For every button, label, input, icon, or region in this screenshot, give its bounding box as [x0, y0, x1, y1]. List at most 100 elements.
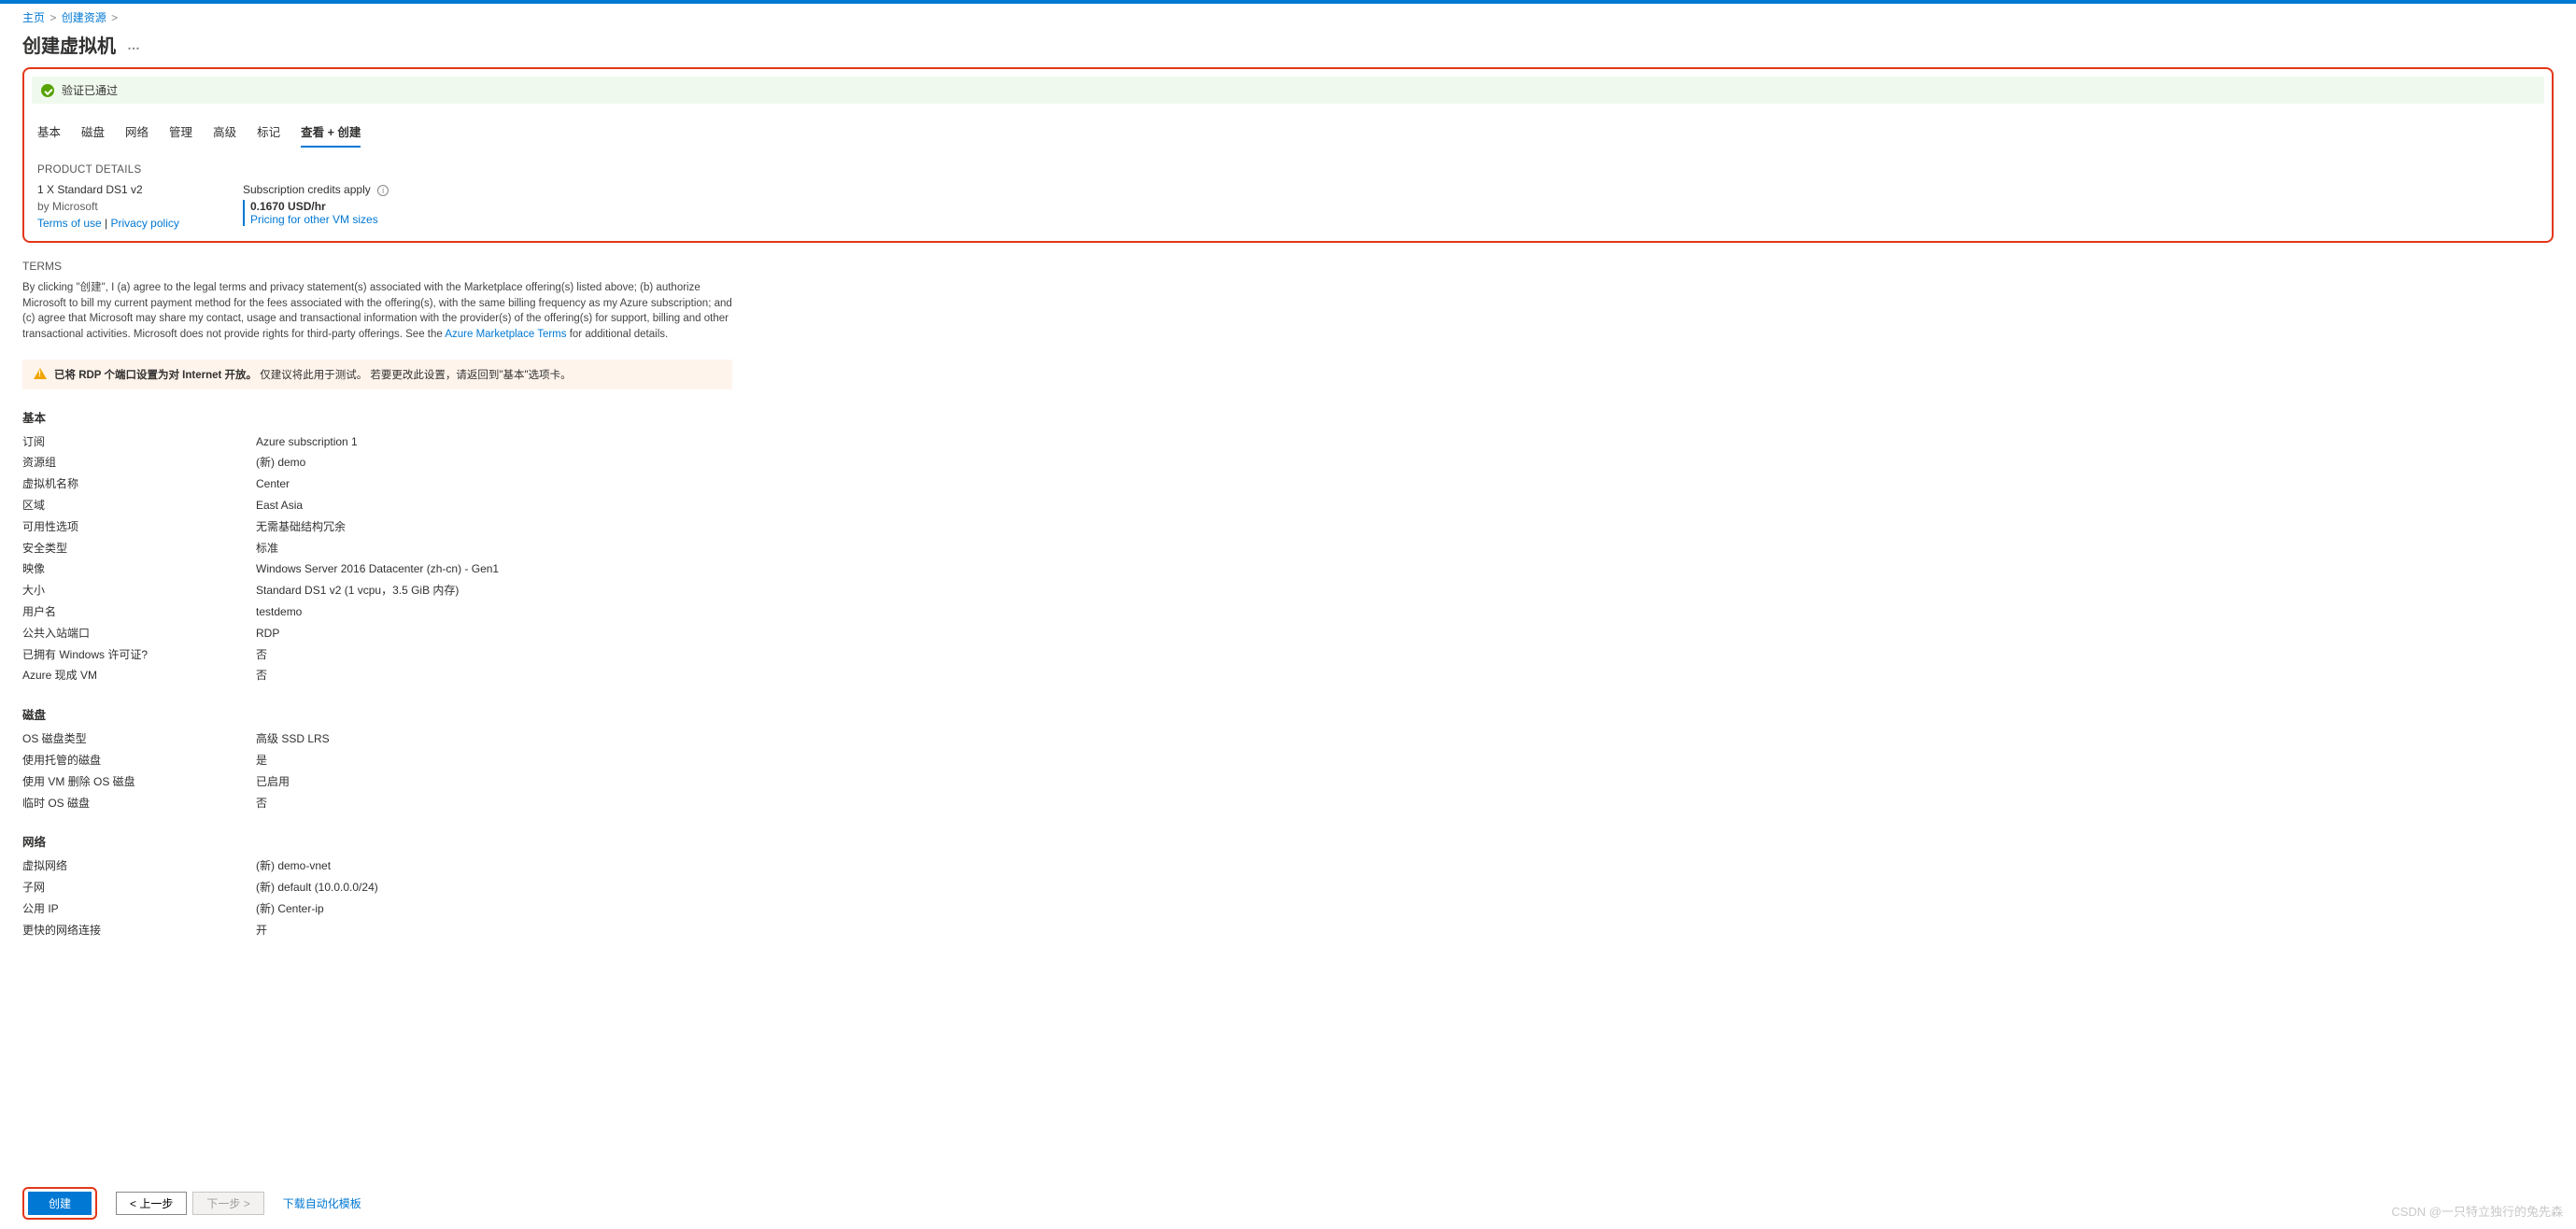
group-network-list: 虚拟网络(新) demo-vnet子网(新) default (10.0.0.0… — [22, 855, 2554, 940]
tab-advanced[interactable]: 高级 — [213, 119, 236, 148]
warning-rest: 仅建议将此用于测试。 若要更改此设置，请返回到"基本"选项卡。 — [257, 370, 572, 381]
kv-key: 子网 — [22, 877, 256, 898]
tab-disk[interactable]: 磁盘 — [81, 119, 105, 148]
breadcrumb: 主页 > 创建资源 > — [0, 4, 2576, 27]
kv-value: East Asia — [256, 495, 303, 516]
kv-row: Azure 现成 VM否 — [22, 665, 2554, 686]
kv-key: 资源组 — [22, 452, 256, 473]
breadcrumb-sep: > — [50, 11, 56, 24]
kv-value: Center — [256, 473, 290, 495]
kv-key: 已拥有 Windows 许可证? — [22, 644, 256, 666]
kv-row: 资源组(新) demo — [22, 452, 2554, 473]
kv-key: 大小 — [22, 580, 256, 601]
kv-row: 更快的网络连接开 — [22, 920, 2554, 941]
privacy-policy-link[interactable]: Privacy policy — [111, 217, 179, 230]
terms-heading: TERMS — [22, 260, 2554, 273]
kv-value: 高级 SSD LRS — [256, 728, 330, 750]
validation-text: 验证已通过 — [62, 82, 118, 98]
kv-row: 虚拟网络(新) demo-vnet — [22, 855, 2554, 877]
create-button[interactable]: 创建 — [28, 1192, 92, 1215]
link-sep: | — [102, 217, 111, 230]
kv-key: 临时 OS 磁盘 — [22, 793, 256, 814]
kv-row: 订阅Azure subscription 1 — [22, 431, 2554, 453]
kv-row: OS 磁盘类型高级 SSD LRS — [22, 728, 2554, 750]
credits-label: Subscription credits apply i — [243, 181, 411, 198]
kv-value: 否 — [256, 665, 267, 686]
tab-review[interactable]: 查看 + 创建 — [301, 119, 361, 148]
kv-key: 虚拟机名称 — [22, 473, 256, 495]
marketplace-terms-link[interactable]: Azure Marketplace Terms — [445, 329, 566, 340]
kv-key: 公用 IP — [22, 898, 256, 920]
kv-row: 已拥有 Windows 许可证?否 — [22, 644, 2554, 666]
kv-row: 用户名testdemo — [22, 601, 2554, 623]
kv-key: 公共入站端口 — [22, 623, 256, 644]
kv-value: (新) default (10.0.0.0/24) — [256, 877, 378, 898]
kv-key: 更快的网络连接 — [22, 920, 256, 941]
kv-value: Windows Server 2016 Datacenter (zh-cn) -… — [256, 558, 499, 580]
kv-row: 大小Standard DS1 v2 (1 vcpu，3.5 GiB 内存) — [22, 580, 2554, 601]
kv-value: 无需基础结构冗余 — [256, 516, 346, 538]
group-network-title: 网络 — [22, 832, 2554, 850]
kv-row: 映像Windows Server 2016 Datacenter (zh-cn)… — [22, 558, 2554, 580]
kv-value: (新) demo-vnet — [256, 855, 331, 877]
breadcrumb-home[interactable]: 主页 — [22, 11, 45, 24]
kv-key: OS 磁盘类型 — [22, 728, 256, 750]
kv-row: 子网(新) default (10.0.0.0/24) — [22, 877, 2554, 898]
terms-text: By clicking "创建", I (a) agree to the leg… — [22, 280, 732, 343]
create-highlight: 创建 — [22, 1187, 97, 1220]
kv-value: 已启用 — [256, 771, 290, 793]
kv-key: 使用托管的磁盘 — [22, 750, 256, 771]
kv-key: 可用性选项 — [22, 516, 256, 538]
kv-value: 标准 — [256, 538, 278, 559]
kv-value: Standard DS1 v2 (1 vcpu，3.5 GiB 内存) — [256, 580, 459, 601]
validation-banner: 验证已通过 — [32, 77, 2544, 104]
kv-row: 可用性选项无需基础结构冗余 — [22, 516, 2554, 538]
group-disk-list: OS 磁盘类型高级 SSD LRS使用托管的磁盘是使用 VM 删除 OS 磁盘已… — [22, 728, 2554, 813]
kv-key: 虚拟网络 — [22, 855, 256, 877]
price-block: 0.1670 USD/hr Pricing for other VM sizes — [243, 200, 411, 226]
group-disk-title: 磁盘 — [22, 705, 2554, 723]
rdp-warning: 已将 RDP 个端口设置为对 Internet 开放。 仅建议将此用于测试。 若… — [22, 360, 732, 389]
page-title-text: 创建虚拟机 — [22, 31, 116, 58]
page-title: 创建虚拟机 … — [0, 27, 2576, 67]
download-template-link[interactable]: 下载自动化模板 — [283, 1195, 361, 1211]
tab-manage[interactable]: 管理 — [169, 119, 192, 148]
breadcrumb-create-resource[interactable]: 创建资源 — [62, 11, 106, 24]
kv-value: 是 — [256, 750, 267, 771]
kv-value: 否 — [256, 644, 267, 666]
kv-row: 安全类型标准 — [22, 538, 2554, 559]
kv-value: testdemo — [256, 601, 302, 623]
kv-row: 公用 IP(新) Center-ip — [22, 898, 2554, 920]
product-by: by Microsoft — [37, 198, 205, 215]
kv-value: RDP — [256, 623, 279, 644]
kv-key: 映像 — [22, 558, 256, 580]
kv-value: (新) demo — [256, 452, 305, 473]
kv-value: Azure subscription 1 — [256, 431, 358, 453]
breadcrumb-sep: > — [111, 11, 118, 24]
prev-button[interactable]: < 上一步 — [116, 1192, 187, 1215]
pricing-link[interactable]: Pricing for other VM sizes — [250, 213, 378, 226]
kv-row: 虚拟机名称Center — [22, 473, 2554, 495]
group-basic-list: 订阅Azure subscription 1资源组(新) demo虚拟机名称Ce… — [22, 431, 2554, 687]
terms-of-use-link[interactable]: Terms of use — [37, 217, 102, 230]
tab-tags[interactable]: 标记 — [257, 119, 280, 148]
wizard-tabs: 基本 磁盘 网络 管理 高级 标记 查看 + 创建 — [24, 115, 2552, 148]
wizard-footer: 创建 < 上一步 下一步 > 下载自动化模板 — [0, 1180, 2576, 1229]
kv-value: 否 — [256, 793, 267, 814]
kv-key: 使用 VM 删除 OS 磁盘 — [22, 771, 256, 793]
product-details: 1 X Standard DS1 v2 by Microsoft Terms o… — [24, 181, 2552, 232]
kv-row: 公共入站端口RDP — [22, 623, 2554, 644]
kv-row: 临时 OS 磁盘否 — [22, 793, 2554, 814]
tab-network[interactable]: 网络 — [125, 119, 149, 148]
kv-key: 安全类型 — [22, 538, 256, 559]
kv-key: Azure 现成 VM — [22, 665, 256, 686]
more-actions-icon[interactable]: … — [127, 37, 141, 52]
product-details-heading: PRODUCT DETAILS — [24, 164, 2552, 181]
info-icon[interactable]: i — [377, 185, 389, 196]
kv-key: 区域 — [22, 495, 256, 516]
tab-basic[interactable]: 基本 — [37, 119, 61, 148]
warning-bold: 已将 RDP 个端口设置为对 Internet 开放。 — [54, 370, 257, 381]
kv-row: 使用 VM 删除 OS 磁盘已启用 — [22, 771, 2554, 793]
group-basic-title: 基本 — [22, 408, 2554, 426]
review-highlight-box: 验证已通过 基本 磁盘 网络 管理 高级 标记 查看 + 创建 PRODUCT … — [22, 67, 2554, 243]
